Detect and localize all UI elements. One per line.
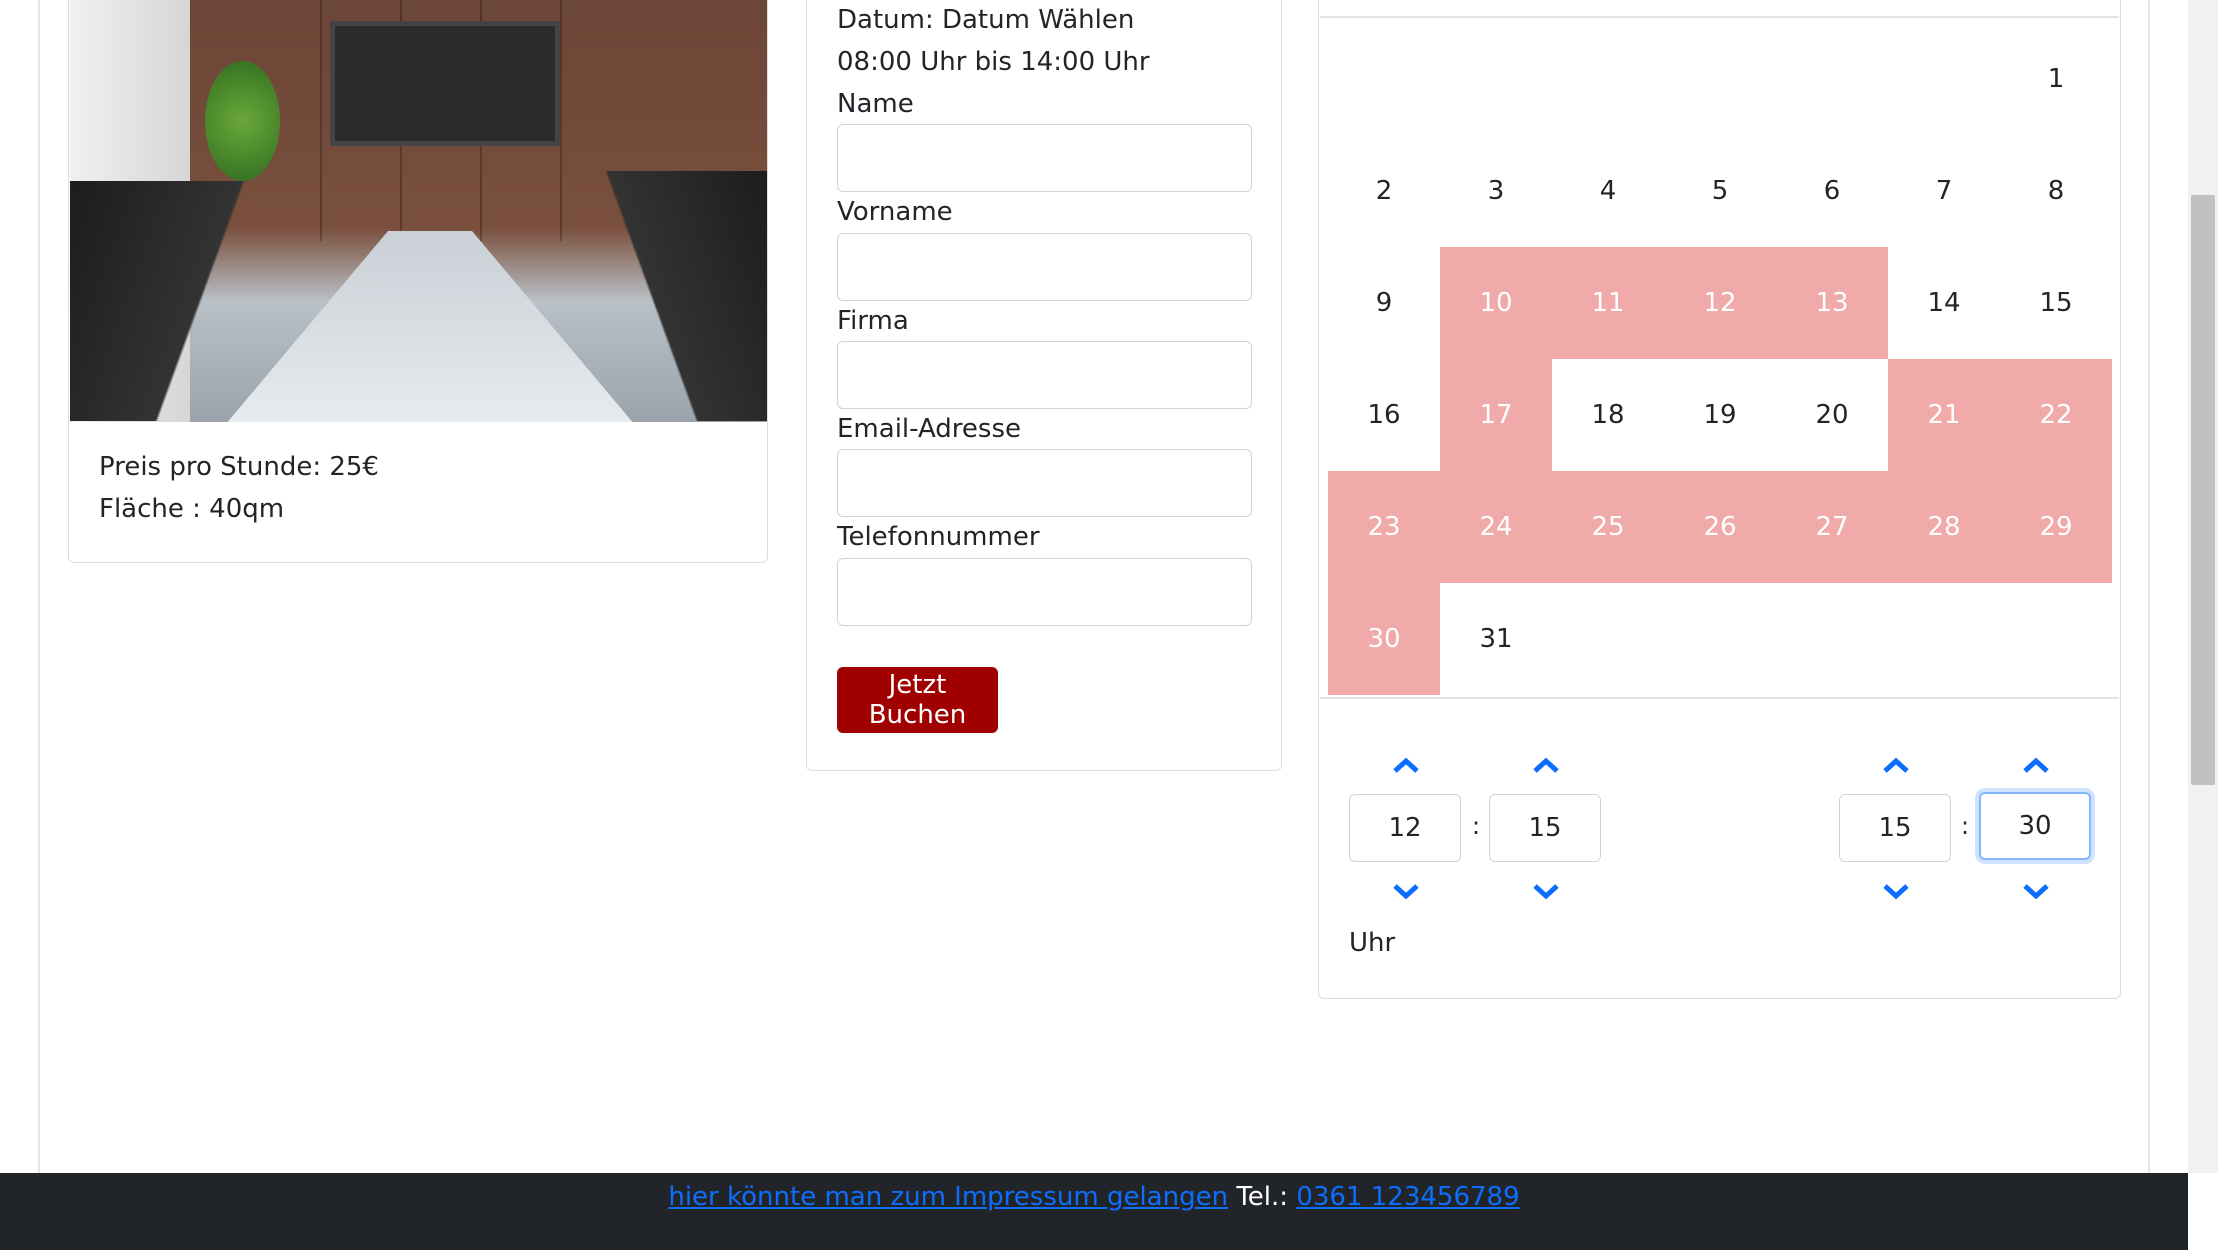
footer: hier könnte man zum Impressum gelangen T…: [0, 1173, 2188, 1250]
calendar-day[interactable]: 14: [1888, 247, 2000, 359]
end-time-separator: :: [1961, 812, 1970, 840]
room-price: Preis pro Stunde: 25€: [99, 452, 379, 482]
calendar-day[interactable]: 17: [1440, 359, 1552, 471]
calendar-day[interactable]: 12: [1664, 247, 1776, 359]
calendar-day[interactable]: 25: [1552, 471, 1664, 583]
calendar-day[interactable]: 27: [1776, 471, 1888, 583]
calendar-day[interactable]: 20: [1776, 359, 1888, 471]
time-range: 08:00 Uhr bis 14:00 Uhr: [837, 47, 1150, 77]
end-hour-up-icon[interactable]: [1881, 755, 1911, 775]
calendar-day[interactable]: 18: [1552, 359, 1664, 471]
scrollbar-thumb[interactable]: [2191, 195, 2215, 785]
start-hour-up-icon[interactable]: [1391, 755, 1421, 775]
end-minute-down-icon[interactable]: [2021, 882, 2051, 902]
calendar-day[interactable]: 16: [1328, 359, 1440, 471]
calendar-day[interactable]: 1: [2000, 23, 2112, 135]
calendar-day[interactable]: 24: [1440, 471, 1552, 583]
vorname-field[interactable]: [837, 233, 1252, 301]
page-border-right: [2148, 0, 2150, 1173]
start-minute-down-icon[interactable]: [1531, 882, 1561, 902]
calendar-day[interactable]: 11: [1552, 247, 1664, 359]
firma-label: Firma: [837, 306, 909, 336]
calendar-divider-top: [1320, 16, 2119, 18]
start-hour-down-icon[interactable]: [1391, 882, 1421, 902]
end-minute-up-icon[interactable]: [2021, 755, 2051, 775]
calendar-day[interactable]: 3: [1440, 135, 1552, 247]
calendar-day[interactable]: 15: [2000, 247, 2112, 359]
firma-field[interactable]: [837, 341, 1252, 409]
calendar-day[interactable]: 28: [1888, 471, 2000, 583]
calendar-day[interactable]: 30: [1328, 583, 1440, 695]
calendar-day[interactable]: 2: [1328, 135, 1440, 247]
calendar-day[interactable]: 4: [1552, 135, 1664, 247]
impressum-link[interactable]: hier könnte man zum Impressum gelangen: [668, 1182, 1228, 1212]
book-now-button[interactable]: Jetzt Buchen: [837, 667, 998, 733]
calendar-day[interactable]: 9: [1328, 247, 1440, 359]
calendar-day[interactable]: 13: [1776, 247, 1888, 359]
end-hour-down-icon[interactable]: [1881, 882, 1911, 902]
room-image-table: [220, 231, 640, 422]
start-minute-input[interactable]: 15: [1489, 794, 1601, 862]
room-image-plant: [205, 61, 280, 181]
calendar-day[interactable]: 19: [1664, 359, 1776, 471]
calendar-divider-mid: [1320, 697, 2119, 699]
telefon-field[interactable]: [837, 558, 1252, 626]
conference-room-image: [70, 0, 767, 422]
end-hour-input[interactable]: 15: [1839, 794, 1951, 862]
booking-form-card: Datum: Datum Wählen 08:00 Uhr bis 14:00 …: [806, 0, 1282, 771]
room-image-chairs-left: [70, 181, 270, 421]
tel-label: Tel.:: [1236, 1182, 1289, 1212]
email-field[interactable]: [837, 449, 1252, 517]
calendar-day[interactable]: 7: [1888, 135, 2000, 247]
time-unit-label: Uhr: [1349, 928, 1396, 958]
vorname-label: Vorname: [837, 197, 953, 227]
calendar-day[interactable]: 10: [1440, 247, 1552, 359]
calendar-day[interactable]: 31: [1440, 583, 1552, 695]
calendar-day[interactable]: 5: [1664, 135, 1776, 247]
selected-date: Datum: Datum Wählen: [837, 5, 1135, 35]
calendar-day[interactable]: 29: [2000, 471, 2112, 583]
calendar-day[interactable]: 21: [1888, 359, 2000, 471]
name-field[interactable]: [837, 124, 1252, 192]
room-info: Preis pro Stunde: 25€ Fläche : 40qm: [99, 446, 379, 530]
calendar-day[interactable]: 8: [2000, 135, 2112, 247]
room-card: Preis pro Stunde: 25€ Fläche : 40qm: [68, 0, 768, 563]
email-label: Email-Adresse: [837, 414, 1021, 444]
end-minute-input[interactable]: 30: [1979, 792, 2091, 860]
start-minute-up-icon[interactable]: [1531, 755, 1561, 775]
room-image-chairs-right: [590, 171, 767, 421]
room-area: Fläche : 40qm: [99, 494, 285, 524]
calendar-day[interactable]: 22: [2000, 359, 2112, 471]
page-border-left: [38, 0, 40, 1173]
calendar-day[interactable]: 23: [1328, 471, 1440, 583]
calendar-day[interactable]: 26: [1664, 471, 1776, 583]
start-hour-input[interactable]: 12: [1349, 794, 1461, 862]
name-label: Name: [837, 89, 914, 119]
start-time-separator: :: [1472, 812, 1481, 840]
phone-link[interactable]: 0361 123456789: [1296, 1182, 1519, 1212]
telefon-label: Telefonnummer: [837, 522, 1040, 552]
room-image-tv: [330, 21, 560, 146]
calendar-day[interactable]: 6: [1776, 135, 1888, 247]
